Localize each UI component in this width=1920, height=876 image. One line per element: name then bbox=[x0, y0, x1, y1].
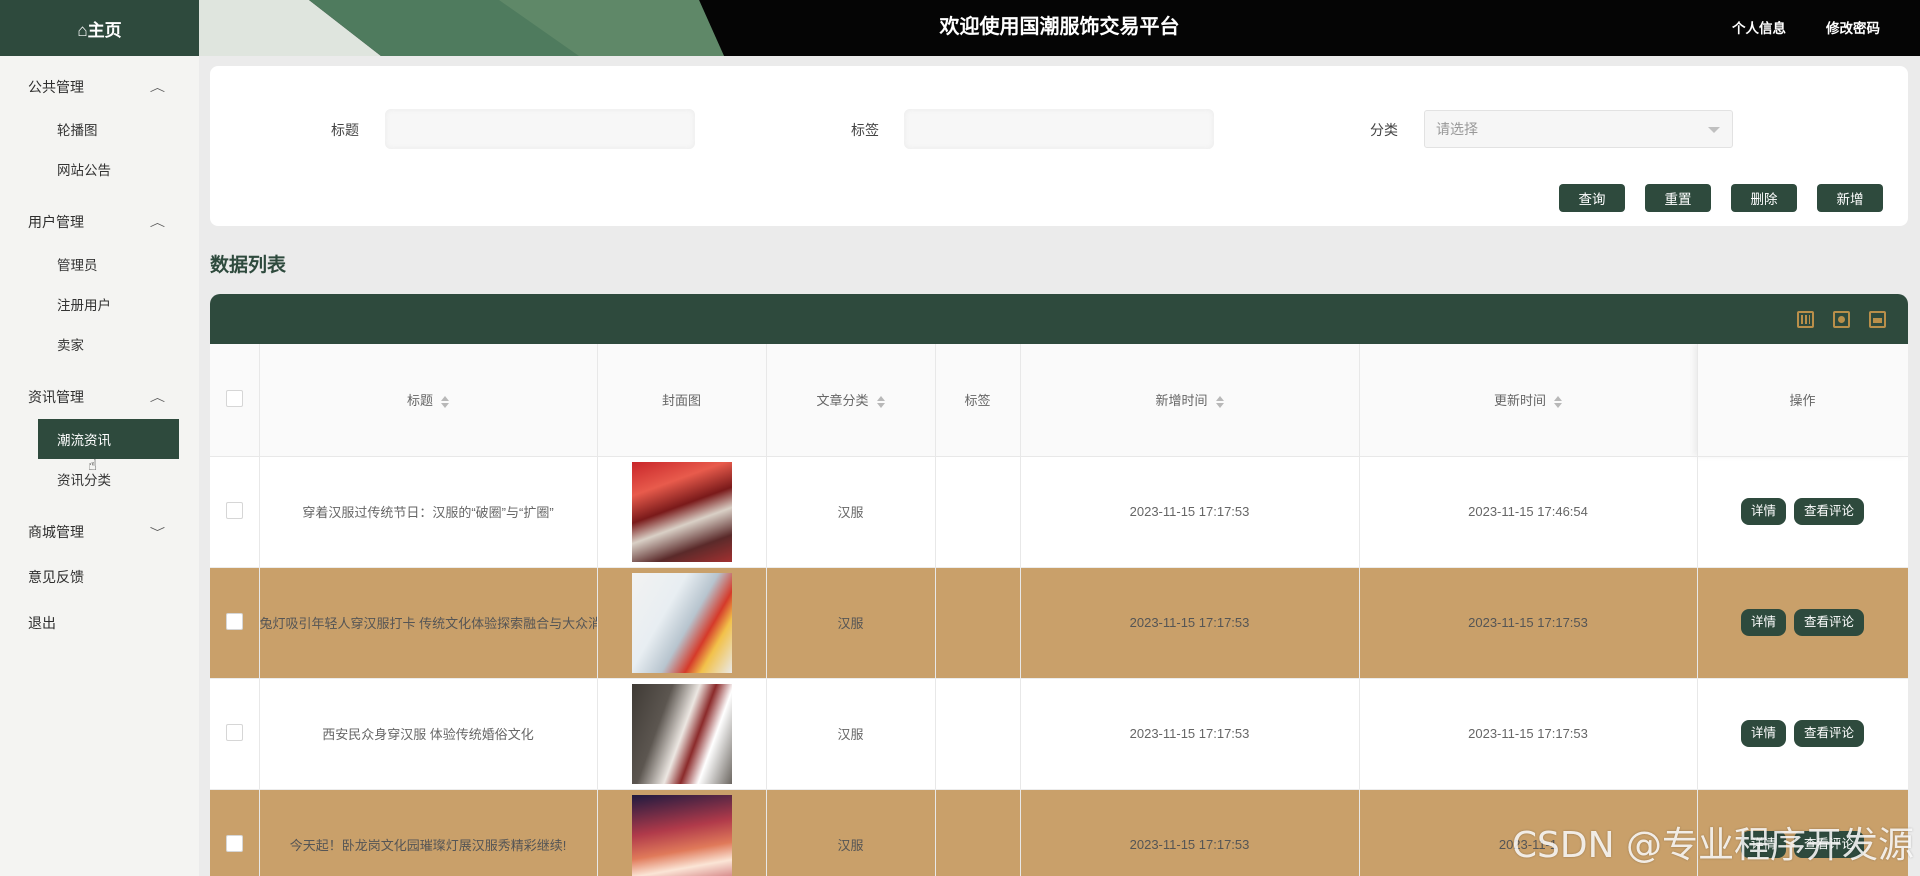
row-checkbox[interactable] bbox=[225, 723, 243, 741]
sidebar-item-feedback[interactable]: 意见反馈 bbox=[0, 554, 199, 600]
view-comments-button[interactable]: 查看评论 bbox=[1794, 720, 1865, 747]
header-title: 欢迎使用国潮服饰交易平台 bbox=[939, 16, 1180, 38]
detail-button[interactable]: 详情 bbox=[1740, 609, 1786, 636]
table-row: 兔灯吸引年轻人穿汉服打卡 传统文化体验探索融合与大众消费 汉服 2023-11-… bbox=[210, 567, 1908, 679]
cover-image bbox=[631, 794, 732, 876]
row-updated: 2023-11-15 17:17:53 bbox=[1359, 567, 1698, 679]
title-input[interactable] bbox=[385, 109, 695, 149]
menu-group-mall: 商城管理 ﹀ bbox=[0, 509, 199, 554]
menu-group-public: 公共管理 ︿ 轮播图 网站公告 bbox=[0, 64, 199, 189]
col-updated[interactable]: 更新时间 bbox=[1359, 344, 1698, 457]
col-cover: 封面图 bbox=[597, 344, 767, 457]
sidebar-item-logout[interactable]: 退出 bbox=[0, 600, 199, 646]
row-title: 今天起！卧龙岗文化园璀璨灯展汉服秀精彩继续! bbox=[259, 789, 598, 876]
title-label: 标题 bbox=[331, 122, 359, 138]
col-category[interactable]: 文章分类 bbox=[766, 344, 936, 457]
cover-image bbox=[631, 683, 732, 784]
row-checkbox[interactable] bbox=[225, 612, 243, 630]
cover-image bbox=[631, 461, 732, 562]
watermark: CSDN @专业程序开发源 bbox=[1511, 825, 1914, 866]
col-title[interactable]: 标题 bbox=[259, 344, 598, 457]
table-toolbar bbox=[210, 294, 1908, 344]
group-title-news[interactable]: 资讯管理 ︿ bbox=[0, 374, 199, 419]
chevron-down-icon: ﹀ bbox=[149, 526, 166, 539]
sort-icon[interactable] bbox=[1215, 395, 1224, 408]
row-title: 穿着汉服过传统节日：汉服的“破圈”与“扩圈” bbox=[259, 456, 598, 568]
category-select[interactable]: 请选择 bbox=[1424, 110, 1733, 148]
sidebar-item-registered-users[interactable]: 注册用户 bbox=[38, 284, 179, 324]
brand-label: ⌂主页 bbox=[77, 20, 122, 40]
add-button[interactable]: 新增 bbox=[1817, 184, 1883, 212]
row-tag bbox=[935, 456, 1021, 568]
table-row: 西安民众身穿汉服 体验传统婚俗文化 汉服 2023-11-15 17:17:53… bbox=[210, 678, 1908, 790]
reset-button[interactable]: 重置 bbox=[1645, 184, 1711, 212]
search-panel: 标题 标签 分类 请选择 查询 重置 删除 新增 bbox=[210, 66, 1908, 226]
row-created: 2023-11-15 17:17:53 bbox=[1020, 567, 1360, 679]
group-title-users[interactable]: 用户管理 ︿ bbox=[0, 199, 199, 244]
category-placeholder: 请选择 bbox=[1436, 121, 1478, 137]
data-table: 标题 封面图 文章分类 标签 新增时间 更新时间 操作 穿着汉服过传统节日：汉服… bbox=[210, 344, 1908, 876]
sidebar-item-trend-news[interactable]: 潮流资讯 bbox=[38, 419, 179, 459]
view-comments-button[interactable]: 查看评论 bbox=[1794, 498, 1865, 525]
col-created[interactable]: 新增时间 bbox=[1020, 344, 1360, 457]
sort-icon[interactable] bbox=[876, 395, 885, 408]
tag-label: 标签 bbox=[851, 122, 879, 138]
tag-input[interactable] bbox=[904, 109, 1214, 149]
top-header: 欢迎使用国潮服饰交易平台 个人信息 修改密码 bbox=[199, 0, 1920, 56]
group-title-public[interactable]: 公共管理 ︿ bbox=[0, 64, 199, 109]
menu-group-users: 用户管理 ︿ 管理员 注册用户 卖家 bbox=[0, 199, 199, 364]
row-category: 汉服 bbox=[766, 678, 936, 790]
cover-image bbox=[631, 572, 732, 673]
menu-group-news: 资讯管理 ︿ 潮流资讯 资讯分类 bbox=[0, 374, 199, 499]
select-all-checkbox[interactable] bbox=[225, 389, 243, 407]
chevron-up-icon: ︿ bbox=[149, 81, 166, 94]
row-updated: 2023-11-15 17:17:53 bbox=[1359, 678, 1698, 790]
data-table-panel: 标题 封面图 文章分类 标签 新增时间 更新时间 操作 穿着汉服过传统节日：汉服… bbox=[210, 294, 1908, 876]
row-created: 2023-11-15 17:17:53 bbox=[1020, 456, 1360, 568]
sidebar-item-carousel[interactable]: 轮播图 bbox=[38, 109, 179, 149]
col-tag: 标签 bbox=[935, 344, 1021, 457]
row-tag bbox=[935, 678, 1021, 790]
sidebar: ⌂主页 公共管理 ︿ 轮播图 网站公告 用户管理 ︿ 管理员 注册用户 卖家 资… bbox=[0, 0, 199, 876]
row-updated: 2023-11-15 17:46:54 bbox=[1359, 456, 1698, 568]
col-actions: 操作 bbox=[1697, 344, 1908, 457]
chevron-up-icon: ︿ bbox=[149, 391, 166, 404]
sidebar-item-admin[interactable]: 管理员 bbox=[38, 244, 179, 284]
row-created: 2023-11-15 17:17:53 bbox=[1020, 789, 1360, 876]
query-button[interactable]: 查询 bbox=[1559, 184, 1625, 212]
change-password-link[interactable]: 修改密码 bbox=[1826, 17, 1880, 37]
row-title: 兔灯吸引年轻人穿汉服打卡 传统文化体验探索融合与大众消费 bbox=[259, 567, 598, 679]
row-category: 汉服 bbox=[766, 456, 936, 568]
sidebar-item-notice[interactable]: 网站公告 bbox=[38, 149, 179, 189]
profile-link[interactable]: 个人信息 bbox=[1732, 17, 1786, 37]
row-title: 西安民众身穿汉服 体验传统婚俗文化 bbox=[259, 678, 598, 790]
table-row: 穿着汉服过传统节日：汉服的“破圈”与“扩圈” 汉服 2023-11-15 17:… bbox=[210, 456, 1908, 568]
list-title: 数据列表 bbox=[210, 255, 287, 276]
export-icon[interactable] bbox=[1833, 311, 1850, 328]
row-category: 汉服 bbox=[766, 567, 936, 679]
caret-down-icon bbox=[1708, 127, 1720, 133]
row-tag bbox=[935, 789, 1021, 876]
sidebar-item-news-category[interactable]: 资讯分类 bbox=[38, 459, 179, 499]
sidebar-item-sellers[interactable]: 卖家 bbox=[38, 324, 179, 364]
sort-icon[interactable] bbox=[1554, 395, 1562, 408]
mouse-cursor-icon: ☝ bbox=[88, 457, 98, 474]
chevron-up-icon: ︿ bbox=[149, 216, 166, 229]
view-comments-button[interactable]: 查看评论 bbox=[1794, 609, 1865, 636]
home-link[interactable]: ⌂主页 bbox=[0, 0, 199, 56]
print-icon[interactable] bbox=[1869, 311, 1886, 328]
row-checkbox[interactable] bbox=[225, 834, 243, 852]
group-title-mall[interactable]: 商城管理 ﹀ bbox=[0, 509, 199, 554]
table-header-row: 标题 封面图 文章分类 标签 新增时间 更新时间 操作 bbox=[210, 344, 1908, 457]
detail-button[interactable]: 详情 bbox=[1740, 498, 1786, 525]
row-created: 2023-11-15 17:17:53 bbox=[1020, 678, 1360, 790]
category-label: 分类 bbox=[1370, 122, 1398, 138]
columns-icon[interactable] bbox=[1797, 311, 1814, 328]
detail-button[interactable]: 详情 bbox=[1740, 720, 1786, 747]
row-tag bbox=[935, 567, 1021, 679]
row-category: 汉服 bbox=[766, 789, 936, 876]
row-checkbox[interactable] bbox=[225, 501, 243, 519]
delete-button[interactable]: 删除 bbox=[1731, 184, 1797, 212]
sort-icon[interactable] bbox=[441, 395, 449, 408]
